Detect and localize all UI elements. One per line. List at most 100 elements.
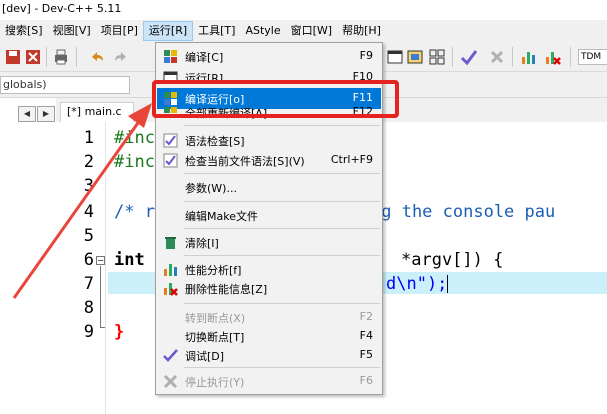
menu-search[interactable]: 搜索[S] [0, 21, 48, 41]
compiler-select[interactable]: TDM [578, 49, 607, 65]
stop-icon [163, 374, 178, 389]
line-number: 5 [83, 226, 94, 246]
menu-item-shortcut: Ctrl+F9 [330, 153, 373, 166]
code-line-1: #inc [114, 128, 155, 148]
menu-item-label: 检查当前文件语法[S](V) [185, 155, 305, 168]
menu-item-clean[interactable]: 清除[I] [157, 232, 381, 253]
grid-icon[interactable] [428, 48, 446, 66]
menu-item-syntax-check[interactable]: 语法检查[S] [157, 130, 381, 151]
debug-check-icon [163, 349, 178, 362]
code-line-7-tail: d\n"); [386, 274, 449, 294]
string-literal: d\n"); [386, 274, 448, 294]
menu-separator [184, 303, 380, 304]
profile-icon [164, 264, 177, 276]
menu-item-parameters[interactable]: 参数(W)... [157, 177, 381, 198]
new-window-icon[interactable] [386, 48, 404, 66]
syntax-check-file-icon [163, 153, 178, 168]
tab-prev-button[interactable]: ◀ [18, 106, 36, 122]
menu-item-label: 切换断点[T] [185, 331, 245, 344]
menu-help[interactable]: 帮助[H] [337, 21, 386, 41]
code-line-6-tail: *argv[]) { [401, 250, 504, 270]
menu-astyle[interactable]: AStyle [240, 21, 285, 41]
menu-item-shortcut: F2 [359, 310, 373, 323]
menu-item-shortcut: F6 [359, 374, 373, 387]
menu-view[interactable]: 视图[V] [48, 21, 96, 41]
menu-separator [184, 255, 380, 256]
tile-icon[interactable] [406, 48, 424, 66]
toolbar-separator [570, 47, 571, 67]
line-number-gutter: 1 2 3 4 5 6 7 8 9 − [56, 122, 106, 414]
menu-item-shortcut: F9 [359, 49, 373, 62]
menu-run[interactable]: 运行[R] [142, 21, 194, 41]
left-panel [0, 98, 56, 414]
menu-item-label: 停止执行(Y) [185, 376, 245, 389]
menu-item-label: 编译[C] [185, 51, 224, 64]
line-number: 4 [83, 202, 94, 222]
toolbar-separator [76, 47, 77, 67]
menu-item-debug[interactable]: 调试[D] F5 [157, 345, 381, 366]
toolbar-separator [512, 47, 513, 67]
menu-window[interactable]: 窗口[W] [286, 21, 337, 41]
menu-separator [184, 367, 380, 368]
menu-item-goto-breakpoint[interactable]: 转到断点(X) F2 [157, 307, 381, 328]
menu-item-label: 转到断点(X) [185, 312, 246, 325]
window-title: [dev] - Dev-C++ 5.11 [2, 2, 122, 15]
syntax-check-icon [163, 133, 178, 148]
save-all-icon[interactable] [4, 48, 22, 66]
menu-item-profile[interactable]: 性能分析[f] [157, 259, 381, 280]
tab-main-c[interactable]: [*] main.c [60, 102, 134, 122]
profile-icon[interactable] [520, 48, 538, 66]
menu-separator [184, 125, 380, 126]
scope-select[interactable]: globals) [0, 76, 130, 94]
menu-item-label: 编辑Make文件 [185, 210, 258, 223]
line-number: 6 [83, 250, 94, 270]
text-cursor [447, 275, 449, 293]
menu-separator [184, 228, 380, 229]
line-number: 9 [83, 322, 94, 342]
clean-icon [165, 237, 176, 249]
line-number: 7 [83, 274, 94, 294]
tab-next-button[interactable]: ▶ [37, 106, 55, 122]
title-bar: [dev] - Dev-C++ 5.11 [0, 0, 607, 20]
print-icon[interactable] [52, 48, 70, 66]
line-number: 8 [83, 298, 94, 318]
menu-item-delete-profile[interactable]: 删除性能信息[Z] [157, 278, 381, 299]
code-line-6: int [114, 250, 145, 270]
line-number: 2 [83, 152, 94, 172]
menu-item-label: 语法检查[S] [185, 135, 245, 148]
menu-item-shortcut: F5 [359, 348, 373, 361]
menu-item-shortcut: F4 [359, 329, 373, 342]
stop-icon[interactable] [488, 48, 506, 66]
check-syntax-icon[interactable] [460, 48, 478, 66]
menu-item-syntax-check-file[interactable]: 检查当前文件语法[S](V) Ctrl+F9 [157, 150, 381, 171]
toolbar-separator [452, 47, 453, 67]
menu-project[interactable]: 项目[P] [96, 21, 143, 41]
delete-profile-icon[interactable] [544, 48, 562, 66]
code-line-9: } [114, 322, 125, 342]
menu-item-label: 调试[D] [185, 350, 225, 363]
menu-item-toggle-breakpoint[interactable]: 切换断点[T] F4 [157, 326, 381, 347]
undo-icon[interactable] [88, 48, 106, 66]
menu-bar: 搜索[S] 视图[V] 项目[P] 运行[R] 工具[T] AStyle 窗口[… [0, 20, 607, 42]
compile-icon [164, 50, 177, 63]
menu-item-label: 性能分析[f] [185, 264, 242, 277]
fold-end [100, 327, 105, 328]
code-line-4: /* r [114, 202, 155, 222]
menu-separator [184, 201, 380, 202]
menu-item-compile[interactable]: 编译[C] F9 [157, 46, 381, 67]
close-file-icon[interactable] [24, 48, 42, 66]
toolbar-separator [46, 47, 47, 67]
menu-item-label: 删除性能信息[Z] [185, 283, 268, 296]
fold-toggle-icon[interactable]: − [96, 256, 105, 265]
delete-profile-icon [164, 283, 178, 296]
code-line-4-tail: ng the console pau [371, 202, 556, 222]
annotation-highlight-box [152, 80, 399, 118]
menu-separator [184, 173, 380, 174]
line-number: 3 [83, 176, 94, 196]
menu-item-stop-execution[interactable]: 停止执行(Y) F6 [157, 371, 381, 392]
code-line-2: #inc [114, 152, 155, 172]
menu-item-edit-makefile[interactable]: 编辑Make文件 [157, 205, 381, 226]
fold-line [100, 266, 101, 328]
menu-tools[interactable]: 工具[T] [193, 21, 240, 41]
redo-icon[interactable] [112, 48, 130, 66]
